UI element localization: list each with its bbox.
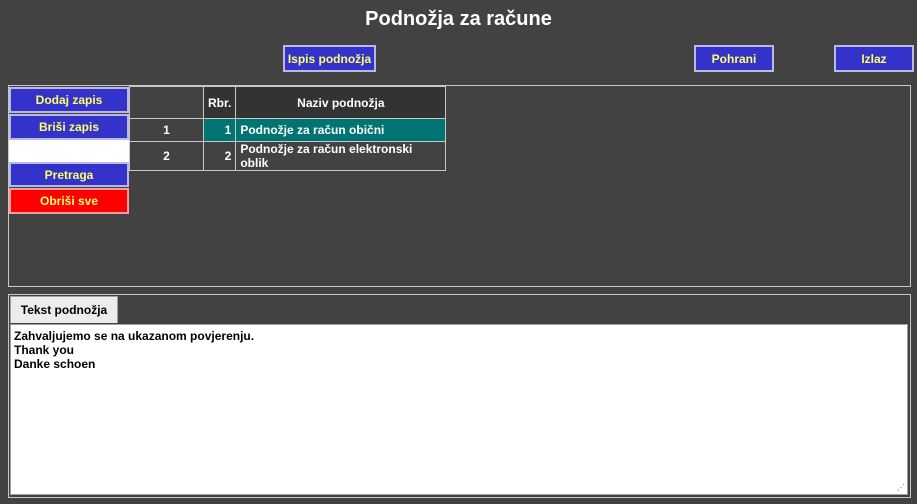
row-index-cell: 1 bbox=[129, 118, 204, 142]
rbr-cell: 1 bbox=[202, 118, 237, 142]
naziv-column-header[interactable]: Naziv podnožja bbox=[235, 86, 447, 119]
naziv-cell: Podnožje za račun elektronski oblik bbox=[235, 141, 447, 171]
add-record-button[interactable]: Dodaj zapis bbox=[9, 87, 129, 113]
save-button[interactable]: Pohrani bbox=[694, 45, 774, 72]
index-column-header bbox=[129, 86, 204, 119]
exit-button[interactable]: Izlaz bbox=[834, 45, 914, 72]
page-title: Podnožja za račune bbox=[365, 8, 552, 30]
table-row[interactable]: 1 1 Podnožje za račun obični bbox=[129, 118, 447, 142]
rbr-column-header[interactable]: Rbr. bbox=[202, 86, 237, 119]
row-index-cell: 2 bbox=[129, 141, 204, 171]
table-row[interactable]: 2 2 Podnožje za račun elektronski oblik bbox=[129, 141, 447, 171]
footer-text-line: Zahvaljujemo se na ukazanom povjerenju. bbox=[14, 329, 255, 343]
footer-text-line: Thank you bbox=[14, 343, 75, 357]
footer-editor-window: Podnožja za račune Ispis podnožja Pohran… bbox=[0, 0, 917, 504]
tab-footer-text[interactable]: Tekst podnožja bbox=[10, 296, 118, 323]
footer-text-line: Danke schoen bbox=[14, 357, 96, 371]
clear-all-button[interactable]: Obriši sve bbox=[9, 188, 129, 214]
resize-grip-icon[interactable]: ⋰ bbox=[897, 484, 905, 492]
delete-record-button[interactable]: Briši zapis bbox=[9, 114, 129, 140]
footer-text-area[interactable]: Zahvaljujemo se na ukazanom povjerenju. … bbox=[10, 324, 908, 495]
print-footer-button[interactable]: Ispis podnožja bbox=[283, 45, 376, 72]
rbr-cell: 2 bbox=[202, 141, 237, 171]
naziv-cell: Podnožje za račun obični bbox=[235, 118, 447, 142]
footers-table: Rbr. Naziv podnožja 1 1 Podnožje za raču… bbox=[129, 86, 447, 171]
search-field-area[interactable] bbox=[9, 140, 129, 162]
table-header-row: Rbr. Naziv podnožja bbox=[129, 86, 447, 119]
search-button[interactable]: Pretraga bbox=[9, 162, 129, 187]
